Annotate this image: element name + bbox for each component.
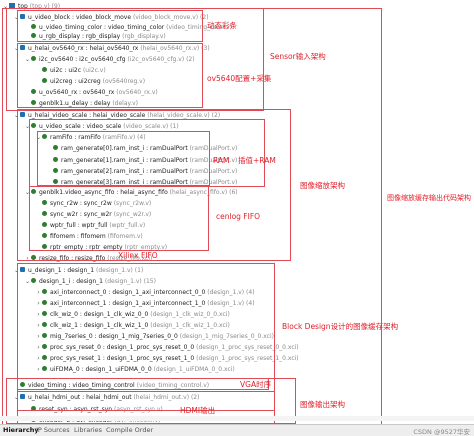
- annotation-label-sensor-input: Sensor输入架构: [270, 52, 326, 61]
- tab-libraries[interactable]: Libraries: [74, 426, 102, 435]
- horizontal-scrollbar[interactable]: [0, 416, 474, 421]
- annotation-label-interp-ram: 插值+RAM: [238, 156, 276, 165]
- annotation-box-overall: [2, 8, 382, 426]
- bottom-tab-bar: Hierarchy IP Sources Libraries Compile O…: [0, 424, 474, 436]
- annotation-label-xilinx-fifo: Xilinx FIFO: [118, 251, 158, 260]
- annotation-label-block-design: Block Design设计的图像缓存架构: [282, 322, 399, 331]
- annotation-label-dynamic-bar: 动态彩条: [207, 21, 237, 30]
- annotation-label-scale: 图像缩放架构: [300, 181, 345, 190]
- annotation-label-output: 图像输出架构: [300, 400, 345, 409]
- tab-compile-order[interactable]: Compile Order: [106, 426, 153, 435]
- annotation-label-hdmi: HDMI输出: [180, 406, 216, 415]
- annotation-label-vga: VGA时序: [240, 380, 272, 389]
- annotation-label-cenlog-fifo: cenlog FIFO: [216, 212, 261, 221]
- annotation-label-ram: RAM: [213, 156, 230, 165]
- annotation-label-overall: 图像缩放缓存输出代码架构: [387, 194, 471, 202]
- annotation-label-ov5640: ov5640配置+采集: [207, 74, 272, 83]
- tab-ip-sources[interactable]: IP Sources: [36, 426, 70, 435]
- tab-hierarchy[interactable]: Hierarchy: [3, 426, 39, 435]
